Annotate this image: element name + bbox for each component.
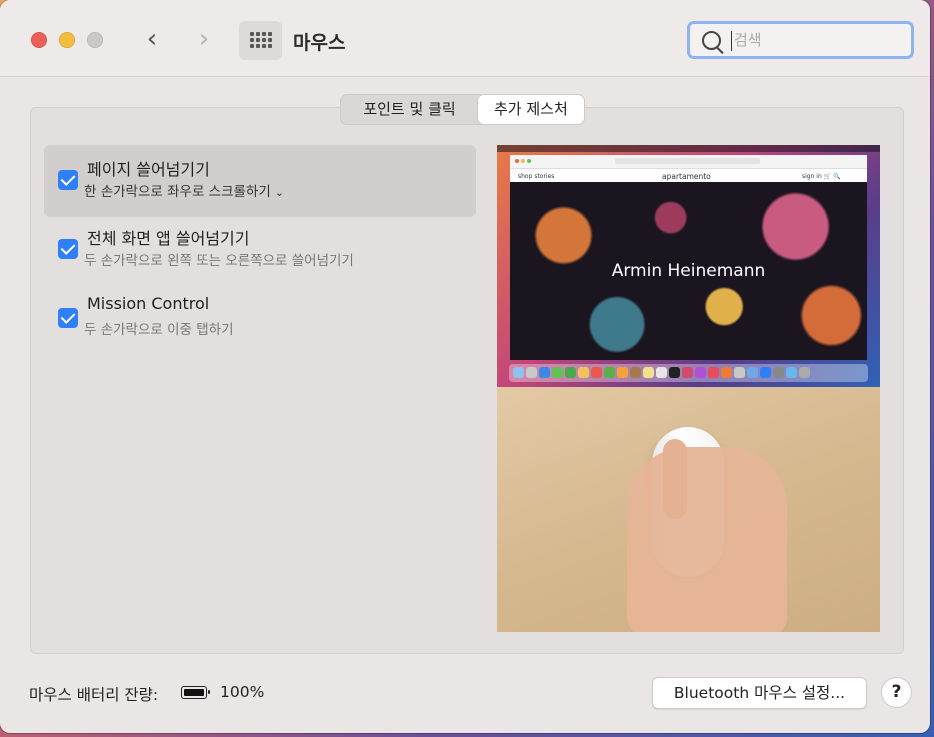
preview-screen: shop stories apartamento sign in 🛒 🔍 Arm… <box>497 145 880 387</box>
preview-hero-text: Armin Heinemann <box>611 261 766 281</box>
preview-site-name: apartamento <box>662 172 711 181</box>
search-icon <box>702 31 721 50</box>
tab-point-and-click[interactable]: 포인트 및 클릭 <box>341 95 478 124</box>
forward-button[interactable]: › <box>189 24 219 56</box>
preview-dock <box>509 364 868 382</box>
preferences-window: ‹ › 마우스 포인트 및 클릭 추가 제스처 페이지 쓸어넘기기 한 손가락으… <box>0 0 930 733</box>
checkbox-mission-control[interactable] <box>58 308 78 328</box>
back-button[interactable]: ‹ <box>137 24 167 56</box>
zoom-window-button[interactable] <box>87 32 103 48</box>
preview-hero-image: Armin Heinemann <box>510 182 867 360</box>
option-swipe-between-pages[interactable]: 페이지 쓸어넘기기 한 손가락으로 좌우로 스크롤하기 ⌄ <box>44 145 476 217</box>
option-subtitle: 한 손가락으로 좌우로 스크롤하기 <box>84 184 271 200</box>
preview-site-nav-right: sign in 🛒 🔍 <box>802 173 841 180</box>
show-all-grid-icon[interactable] <box>239 21 282 60</box>
search-input[interactable] <box>734 28 904 52</box>
option-swipe-full-screen-apps[interactable]: 전체 화면 앱 쓸어넘기기 두 손가락으로 왼쪽 또는 오른쪽으로 쓸어넘기기 <box>44 214 476 286</box>
close-window-button[interactable] <box>31 32 47 48</box>
checkbox-swipe-between-pages[interactable] <box>58 170 78 190</box>
battery-label: 마우스 배터리 잔량: <box>29 686 159 704</box>
option-subtitle: 두 손가락으로 왼쪽 또는 오른쪽으로 쓸어넘기기 <box>84 253 354 269</box>
tab-more-gestures[interactable]: 추가 제스처 <box>478 95 584 124</box>
hand-image <box>627 447 787 632</box>
battery-percent: 100% <box>220 683 265 701</box>
checkbox-swipe-full-screen-apps[interactable] <box>58 239 78 259</box>
option-title: 전체 화면 앱 쓸어넘기기 <box>87 229 250 248</box>
gesture-preview-video: shop stories apartamento sign in 🛒 🔍 Arm… <box>497 145 880 632</box>
bluetooth-mouse-setup-button[interactable]: Bluetooth 마우스 설정... <box>652 677 867 709</box>
option-title: Mission Control <box>87 294 210 313</box>
text-caret <box>731 31 732 51</box>
option-mission-control[interactable]: Mission Control 두 손가락으로 이중 탭하기 <box>44 283 476 355</box>
page-title: 마우스 <box>293 32 346 54</box>
help-button[interactable]: ? <box>881 677 912 708</box>
option-subtitle: 두 손가락으로 이중 탭하기 <box>84 322 234 338</box>
battery-icon <box>181 686 210 699</box>
chevron-down-icon[interactable]: ⌄ <box>275 186 284 199</box>
preview-desk <box>497 387 880 632</box>
option-subtitle-dropdown[interactable]: 한 손가락으로 좌우로 스크롤하기 ⌄ <box>84 180 284 200</box>
toolbar: ‹ › 마우스 <box>0 0 930 77</box>
option-title: 페이지 쓸어넘기기 <box>87 160 210 179</box>
preview-browser: shop stories apartamento sign in 🛒 🔍 Arm… <box>510 155 867 360</box>
minimize-window-button[interactable] <box>59 32 75 48</box>
search-field[interactable] <box>687 21 914 59</box>
preview-menubar <box>497 145 880 152</box>
finger-image <box>663 439 687 519</box>
tab-bar: 포인트 및 클릭 추가 제스처 <box>340 94 585 125</box>
preview-site-nav: shop stories <box>518 173 555 180</box>
